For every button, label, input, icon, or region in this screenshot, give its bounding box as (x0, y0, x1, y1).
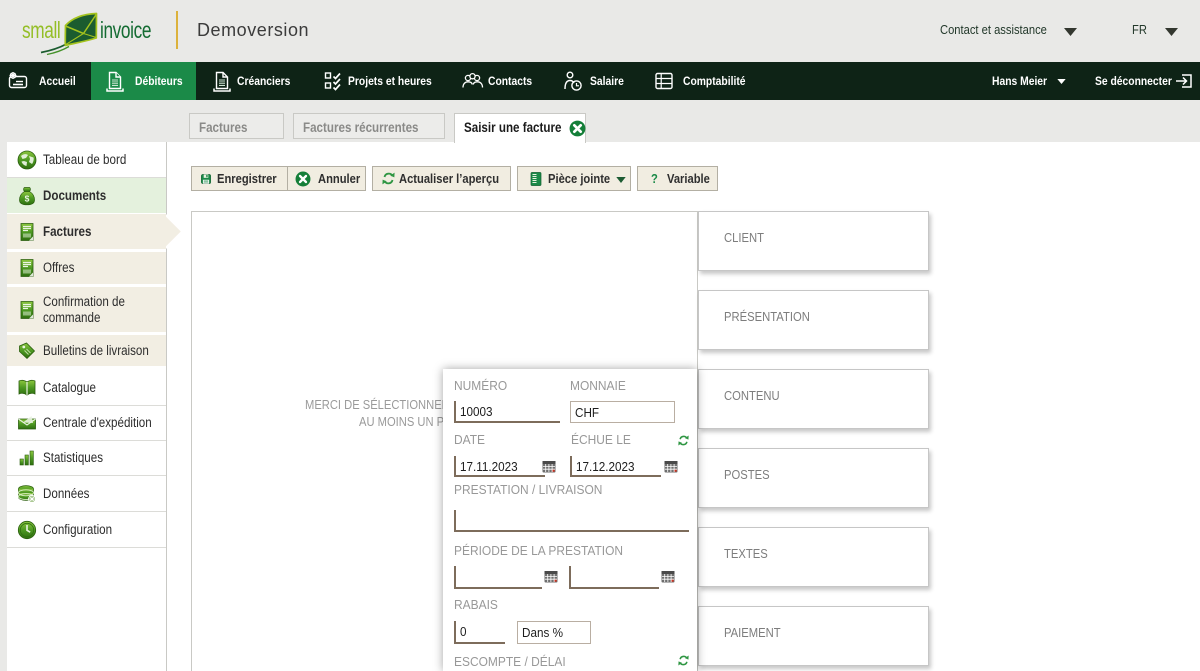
svg-text:$: $ (25, 193, 30, 203)
